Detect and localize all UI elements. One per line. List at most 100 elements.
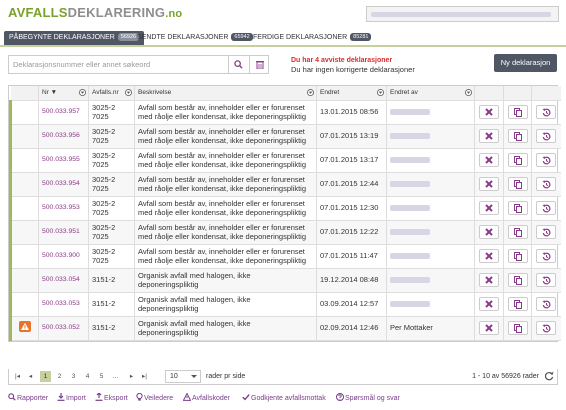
- clear-search-button[interactable]: [249, 56, 269, 73]
- delete-button[interactable]: [479, 273, 499, 287]
- tab-sendte[interactable]: SENDTE DEKLARASJONER 65942: [132, 31, 258, 45]
- declaration-number-link[interactable]: 500.033.957: [38, 100, 89, 125]
- footer-link-avfallskoder[interactable]: Avfallskoder: [182, 392, 230, 402]
- filter-icon[interactable]: [307, 89, 314, 96]
- declaration-number-link[interactable]: 500.033.951: [38, 220, 89, 245]
- history-button[interactable]: [536, 225, 557, 239]
- page-button-2[interactable]: 2: [54, 371, 65, 382]
- history-icon: [542, 252, 551, 261]
- table-row[interactable]: 500.033.900 3025-2 7025 Avfall som bestå…: [9, 244, 561, 269]
- copy-button[interactable]: [507, 321, 528, 335]
- declaration-number-link[interactable]: 500.033.955: [38, 148, 89, 173]
- delete-button[interactable]: [479, 297, 499, 311]
- page-button-1[interactable]: 1: [40, 371, 51, 382]
- page-button-5[interactable]: 5: [96, 371, 107, 382]
- search-button[interactable]: [228, 56, 248, 73]
- refresh-button[interactable]: [544, 371, 554, 383]
- close-icon: [485, 132, 493, 140]
- delete-button[interactable]: [479, 321, 499, 335]
- column-header-avfallsnr[interactable]: Avfalls.nr: [88, 86, 135, 101]
- table-row[interactable]: 500.033.954 3025-2 7025 Avfall som bestå…: [9, 172, 561, 197]
- copy-button[interactable]: [507, 129, 528, 143]
- search-input[interactable]: [9, 56, 227, 73]
- copy-button[interactable]: [507, 249, 528, 263]
- column-header-beskrivelse[interactable]: Beskrivelse: [134, 86, 317, 101]
- delete-button[interactable]: [479, 177, 499, 191]
- history-button[interactable]: [536, 129, 557, 143]
- page-button-4[interactable]: 4: [82, 371, 93, 382]
- close-icon: [485, 156, 493, 164]
- history-button[interactable]: [536, 249, 557, 263]
- table-row[interactable]: 500.033.053 3151-2 Organisk avfall med h…: [9, 292, 561, 317]
- delete-button[interactable]: [479, 105, 499, 119]
- copy-button[interactable]: [507, 225, 528, 239]
- declaration-number-link[interactable]: 500.033.953: [38, 196, 89, 221]
- table-row[interactable]: 500.033.956 3025-2 7025 Avfall som bestå…: [9, 124, 561, 149]
- declaration-number-link[interactable]: 500.033.052: [38, 316, 89, 341]
- new-declaration-button[interactable]: Ny deklarasjon: [494, 54, 557, 72]
- history-button[interactable]: [536, 273, 557, 287]
- column-header-copy: [503, 86, 532, 101]
- row-status-cell: [9, 220, 39, 245]
- user-info-box[interactable]: [366, 6, 559, 22]
- history-button[interactable]: [536, 105, 557, 119]
- copy-button[interactable]: [507, 273, 528, 287]
- footer-link-eksport[interactable]: Eksport: [95, 392, 128, 402]
- history-button[interactable]: [536, 321, 557, 335]
- description-cell: Avfall som består av, inneholder eller e…: [134, 148, 317, 173]
- table-row[interactable]: 500.033.955 3025-2 7025 Avfall som bestå…: [9, 148, 561, 173]
- history-icon: [542, 324, 551, 333]
- table-row[interactable]: 500.033.951 3025-2 7025 Avfall som bestå…: [9, 220, 561, 245]
- page-size-select[interactable]: 10: [165, 370, 201, 383]
- copy-button[interactable]: [507, 177, 528, 191]
- history-button[interactable]: [536, 153, 557, 167]
- footer-link-import[interactable]: Import: [57, 393, 86, 402]
- copy-button[interactable]: [507, 105, 528, 119]
- declaration-number-link[interactable]: 500.033.956: [38, 124, 89, 149]
- table-row[interactable]: 500.033.953 3025-2 7025 Avfall som bestå…: [9, 196, 561, 221]
- delete-button[interactable]: [479, 225, 499, 239]
- first-page-button[interactable]: |◂: [12, 371, 23, 382]
- tab-pabegynte[interactable]: PÅBEGYNTE DEKLARASJONER 56926: [4, 31, 145, 45]
- copy-icon: [513, 180, 522, 189]
- filter-icon[interactable]: [125, 89, 132, 96]
- declaration-number-link[interactable]: 500.033.900: [38, 244, 89, 269]
- copy-button[interactable]: [507, 201, 528, 215]
- column-header-nr[interactable]: Nr ▼: [38, 86, 89, 101]
- filter-icon[interactable]: [79, 89, 86, 96]
- table-row[interactable]: 500.033.052 3151-2 Organisk avfall med h…: [9, 316, 561, 341]
- delete-button[interactable]: [479, 249, 499, 263]
- history-button[interactable]: [536, 297, 557, 311]
- declaration-number-link[interactable]: 500.033.954: [38, 172, 89, 197]
- copy-button[interactable]: [507, 153, 528, 167]
- changed-date-cell: 19.12.2014 08:48: [316, 268, 387, 293]
- footer-link-rapporter[interactable]: Rapporter: [8, 393, 48, 402]
- tab-ferdige[interactable]: FERDIGE DEKLARASJONER 85281: [248, 31, 376, 45]
- logo[interactable]: AVFALLSDEKLARERING.no: [8, 5, 182, 20]
- history-button[interactable]: [536, 177, 557, 191]
- footer-link-sporsmal-og-svar[interactable]: Spørsmål og svar: [336, 393, 400, 402]
- delete-button[interactable]: [479, 129, 499, 143]
- footer-link-godkjente-avfallsmottak[interactable]: Godkjente avfallsmottak: [242, 393, 326, 402]
- declaration-number-link[interactable]: 500.033.053: [38, 292, 89, 317]
- column-header-endret[interactable]: Endret: [316, 86, 387, 101]
- prev-page-button[interactable]: ◂: [25, 371, 36, 382]
- column-header-endret-av[interactable]: Endret av: [386, 86, 475, 101]
- page-button-3[interactable]: 3: [68, 371, 79, 382]
- history-button[interactable]: [536, 201, 557, 215]
- filter-icon[interactable]: [377, 89, 384, 96]
- declaration-number-link[interactable]: 500.033.054: [38, 268, 89, 293]
- filter-icon[interactable]: [465, 89, 472, 96]
- footer-link-veiledere[interactable]: Veiledere: [136, 392, 173, 402]
- copy-button[interactable]: [507, 297, 528, 311]
- last-page-button[interactable]: ▸|: [139, 371, 150, 382]
- redacted-name: [390, 181, 430, 188]
- table-row[interactable]: 500.033.957 3025-2 7025 Avfall som bestå…: [9, 100, 561, 125]
- next-page-button[interactable]: ▸: [126, 371, 137, 382]
- more-pages-button[interactable]: ...: [110, 371, 121, 382]
- sort-desc-icon: ▼: [50, 89, 58, 97]
- rejected-link[interactable]: Du har 4 avviste deklarasjoner: [291, 56, 415, 65]
- table-row[interactable]: 500.033.054 3151-2 Organisk avfall med h…: [9, 268, 561, 293]
- delete-button[interactable]: [479, 153, 499, 167]
- delete-button[interactable]: [479, 201, 499, 215]
